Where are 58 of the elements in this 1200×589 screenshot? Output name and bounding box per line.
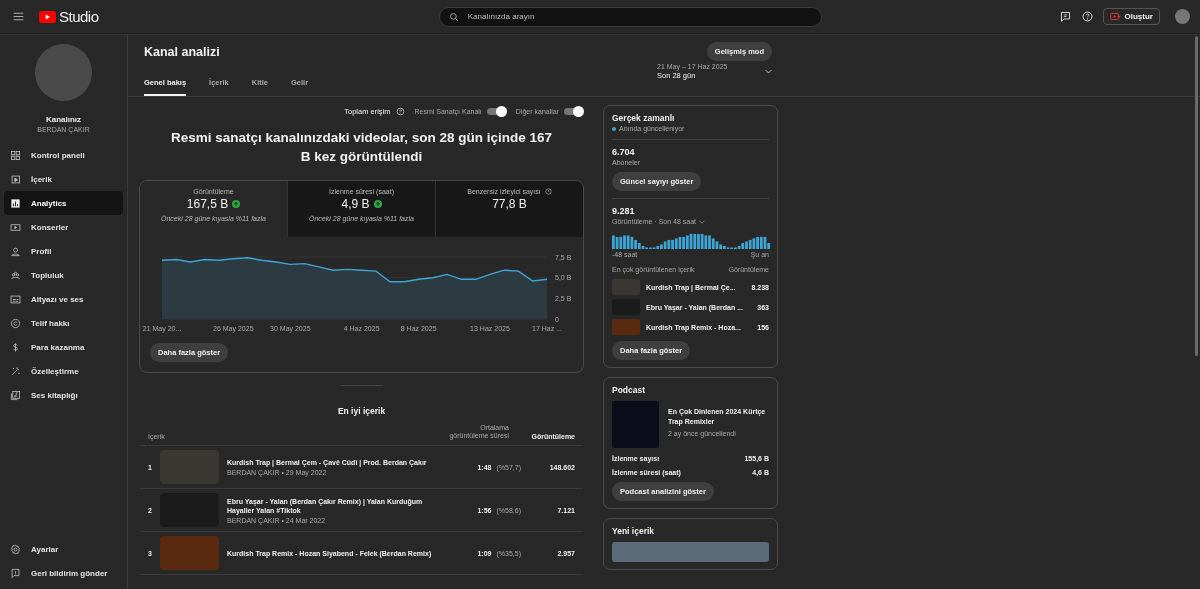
sidebar-item[interactable]: Ayarlar bbox=[4, 537, 123, 561]
sidebar-item[interactable]: Profil bbox=[4, 239, 123, 263]
settings-icon bbox=[10, 543, 21, 555]
subscriber-count: 6.704 bbox=[612, 147, 636, 157]
music-library-icon bbox=[10, 389, 21, 401]
channel-avatar bbox=[35, 44, 92, 101]
card-title: Yeni içerik bbox=[612, 526, 656, 536]
sidebar-item[interactable]: Altyazı ve ses bbox=[4, 287, 123, 311]
account-avatar[interactable] bbox=[1175, 9, 1190, 24]
sidebar-item[interactable]: Kontrol paneli bbox=[4, 143, 123, 167]
views-count: 9.281 bbox=[612, 206, 636, 216]
people-icon bbox=[10, 269, 21, 281]
sidebar-item[interactable]: Topluluk bbox=[4, 263, 123, 287]
video-plus-icon bbox=[1109, 12, 1121, 21]
sidebar-item[interactable]: Geri bildirim gönder bbox=[4, 561, 123, 585]
sidebar-item[interactable]: İçerik bbox=[4, 167, 123, 191]
chevron-down-icon[interactable] bbox=[699, 219, 706, 224]
copyright-icon bbox=[10, 317, 21, 329]
clock-icon bbox=[544, 188, 552, 195]
subtitles-icon bbox=[10, 293, 21, 305]
toggle-switch[interactable] bbox=[486, 108, 506, 115]
create-button[interactable]: Oluştur bbox=[1102, 8, 1160, 25]
ticket-icon bbox=[10, 221, 21, 233]
video-thumbnail[interactable] bbox=[612, 319, 640, 335]
sidebar-item[interactable]: Konserler bbox=[4, 215, 123, 239]
help-icon[interactable] bbox=[1080, 10, 1094, 23]
channel-label: Kanalınız bbox=[45, 115, 82, 124]
feedback-icon bbox=[10, 567, 21, 579]
sidebar-item[interactable]: Analytics bbox=[4, 191, 123, 215]
page-title: Kanal analizi bbox=[144, 44, 221, 59]
message-icon[interactable] bbox=[1058, 10, 1072, 23]
video-icon bbox=[10, 173, 21, 185]
sidebar-item[interactable]: Para kazanma bbox=[4, 335, 123, 359]
person-icon bbox=[10, 245, 21, 257]
metric-value: 77,8 B bbox=[492, 197, 527, 211]
logo-text: Studio bbox=[59, 8, 99, 25]
metric-value: 167,5 B bbox=[186, 197, 229, 211]
scrollbar[interactable] bbox=[1195, 36, 1198, 356]
dashboard-icon bbox=[10, 149, 21, 161]
dollar-icon bbox=[10, 341, 21, 353]
toggle-switch[interactable] bbox=[564, 108, 583, 115]
live-dot-icon bbox=[612, 126, 616, 131]
headline-text: Resmi sanatçı kanalınızdaki videolar, son 28 gün içinde 167 B kez görüntülendi bbox=[169, 129, 554, 166]
bar-chart-icon bbox=[10, 197, 21, 209]
section-title: En iyi içerik bbox=[337, 406, 386, 416]
help-icon[interactable] bbox=[395, 107, 405, 116]
search-icon bbox=[448, 11, 459, 22]
menu-icon[interactable] bbox=[12, 10, 25, 23]
card-title: Gerçek zamanlı bbox=[612, 113, 676, 123]
metric-value: 4,9 B bbox=[341, 197, 370, 211]
card-title: Podcast bbox=[612, 385, 647, 395]
sidebar-item[interactable]: Ses kitaplığı bbox=[4, 383, 123, 407]
search-field[interactable]: Kanalınızda arayın bbox=[438, 6, 822, 27]
play-logo-icon bbox=[39, 10, 56, 23]
magic-wand-icon bbox=[10, 365, 21, 377]
sidebar-item[interactable]: Telif hakkı bbox=[4, 311, 123, 335]
video-thumbnail[interactable] bbox=[160, 536, 219, 570]
sidebar-item[interactable]: Özelleştirme bbox=[4, 359, 123, 383]
